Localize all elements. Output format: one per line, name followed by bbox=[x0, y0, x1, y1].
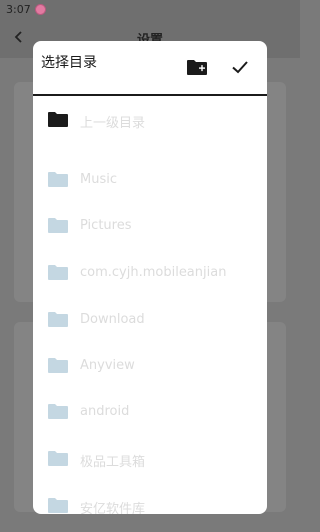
folder-item[interactable]: Pictures bbox=[33, 206, 267, 246]
folder-label: Music bbox=[80, 172, 117, 187]
folder-icon bbox=[48, 498, 68, 513]
folder-label: android bbox=[80, 404, 130, 419]
pink-status-icon bbox=[35, 4, 46, 15]
folder-item[interactable]: android bbox=[33, 392, 267, 432]
folder-icon bbox=[48, 172, 68, 187]
folder-icon bbox=[48, 218, 68, 233]
status-bar: 3:07 bbox=[0, 0, 300, 22]
folder-label: Download bbox=[80, 312, 145, 327]
folder-icon bbox=[48, 112, 68, 127]
dialog-divider bbox=[33, 94, 267, 96]
parent-directory-label: 上一级目录 bbox=[80, 116, 146, 131]
folder-label: Pictures bbox=[80, 218, 132, 233]
folder-item[interactable]: Download bbox=[33, 300, 267, 340]
select-directory-dialog: 选择目录 上一级目录 Music Pictures com.cyjh.mobil… bbox=[33, 41, 267, 514]
dialog-title: 选择目录 bbox=[41, 55, 97, 71]
folder-icon bbox=[48, 265, 68, 280]
folder-label: 极品工具箱 bbox=[80, 455, 146, 470]
folder-item[interactable]: Music bbox=[33, 160, 267, 200]
folder-item[interactable]: 极品工具箱 bbox=[33, 439, 267, 479]
folder-icon bbox=[48, 451, 68, 466]
folder-label: 安亿软件库 bbox=[80, 502, 146, 514]
folder-icon bbox=[48, 404, 68, 419]
folder-icon bbox=[48, 312, 68, 327]
parent-directory-item[interactable]: 上一级目录 bbox=[33, 100, 267, 140]
checkmark-icon[interactable] bbox=[230, 57, 250, 77]
folder-item[interactable]: com.cyjh.mobileanjian bbox=[33, 253, 267, 293]
dialog-header: 选择目录 bbox=[33, 41, 267, 94]
folder-item[interactable]: Anyview bbox=[33, 346, 267, 386]
folder-icon bbox=[48, 358, 68, 373]
folder-item[interactable]: 安亿软件库 bbox=[33, 486, 267, 514]
folder-label: com.cyjh.mobileanjian bbox=[80, 265, 227, 280]
new-folder-icon[interactable] bbox=[186, 57, 208, 77]
status-time: 3:07 bbox=[6, 3, 31, 16]
folder-label: Anyview bbox=[80, 358, 135, 373]
